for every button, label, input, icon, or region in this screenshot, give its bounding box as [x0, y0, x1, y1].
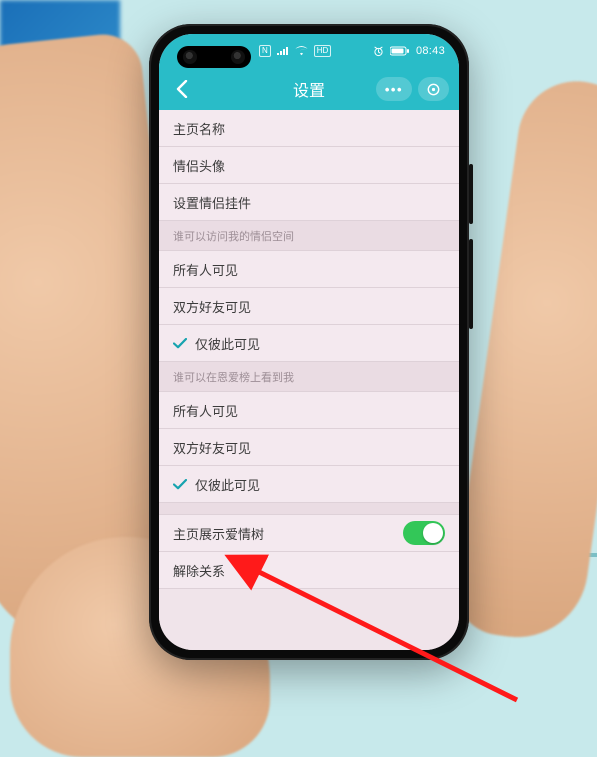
cell-unbind-relationship[interactable]: 解除关系 — [159, 552, 459, 589]
option-visit-only-us[interactable]: 仅彼此可见 — [159, 325, 459, 362]
hd-icon: HD — [314, 45, 332, 57]
alarm-icon — [373, 46, 384, 57]
cell-label: 主页名称 — [173, 119, 225, 138]
more-button[interactable]: ••• — [376, 77, 412, 101]
power-icon — [427, 83, 440, 96]
content: 主页名称 情侣头像 设置情侣挂件 谁可以访问我的情侣空间 所有人可见 双方好友可… — [159, 110, 459, 650]
option-visit-friends[interactable]: 双方好友可见 — [159, 288, 459, 325]
section-label: 谁可以访问我的情侣空间 — [173, 228, 294, 244]
option-rank-friends[interactable]: 双方好友可见 — [159, 429, 459, 466]
cell-label: 主页展示爱情树 — [173, 524, 264, 543]
check-icon — [173, 338, 187, 349]
status-time: 08:43 — [416, 45, 445, 57]
wifi-icon — [295, 46, 308, 56]
option-visit-all[interactable]: 所有人可见 — [159, 251, 459, 288]
option-rank-only-us[interactable]: 仅彼此可见 — [159, 466, 459, 503]
section-header-visit: 谁可以访问我的情侣空间 — [159, 221, 459, 251]
cell-label: 双方好友可见 — [173, 438, 251, 457]
cell-set-pendant[interactable]: 设置情侣挂件 — [159, 184, 459, 221]
signal-icon — [277, 47, 289, 56]
side-button-power — [469, 239, 473, 329]
cell-couple-avatar[interactable]: 情侣头像 — [159, 147, 459, 184]
screen: N HD 08:43 设置 ••• — [159, 34, 459, 650]
back-button[interactable] — [169, 76, 195, 102]
close-miniprogram-button[interactable] — [418, 77, 449, 101]
check-icon — [173, 479, 187, 490]
cell-label: 仅彼此可见 — [195, 475, 260, 494]
cell-homepage-name[interactable]: 主页名称 — [159, 110, 459, 147]
more-icon: ••• — [385, 83, 403, 96]
navbar: 设置 ••• — [159, 68, 459, 110]
toggle-show-love-tree[interactable] — [403, 521, 445, 545]
side-button-volume — [469, 164, 473, 224]
cell-label: 所有人可见 — [173, 401, 238, 420]
camera-cutout — [177, 46, 251, 68]
section-label: 谁可以在恩爱榜上看到我 — [173, 369, 294, 385]
phone-frame: N HD 08:43 设置 ••• — [149, 24, 469, 660]
cell-label: 仅彼此可见 — [195, 334, 260, 353]
cell-label: 情侣头像 — [173, 156, 225, 175]
option-rank-all[interactable]: 所有人可见 — [159, 392, 459, 429]
cell-show-love-tree[interactable]: 主页展示爱情树 — [159, 515, 459, 552]
section-header-rank: 谁可以在恩爱榜上看到我 — [159, 362, 459, 392]
battery-icon — [390, 46, 410, 56]
cell-label: 解除关系 — [173, 561, 225, 580]
nfc-icon: N — [259, 45, 271, 57]
cell-label: 设置情侣挂件 — [173, 193, 251, 212]
cell-label: 所有人可见 — [173, 260, 238, 279]
section-gap — [159, 503, 459, 515]
cell-label: 双方好友可见 — [173, 297, 251, 316]
